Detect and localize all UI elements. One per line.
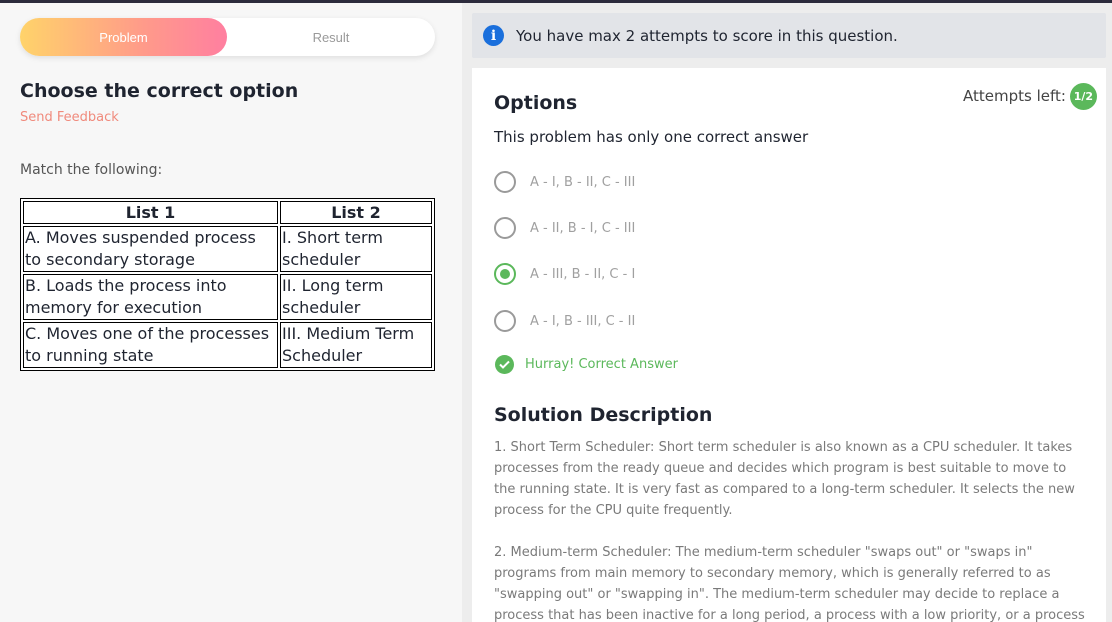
table-header-row: List 1 List 2: [23, 201, 432, 224]
correct-answer-text: Hurray! Correct Answer: [525, 356, 678, 372]
table-row: C. Moves one of the processes to running…: [23, 322, 432, 368]
solution-title: Solution Description: [494, 404, 713, 426]
solution-paragraph: 1. Short Term Scheduler: Short term sche…: [494, 440, 1075, 518]
check-icon: [495, 354, 514, 374]
send-feedback-link[interactable]: Send Feedback: [20, 110, 119, 125]
table-row: B. Loads the process into memory for exe…: [23, 274, 432, 320]
options-card: [472, 68, 1106, 622]
option-label: A - III, B - II, C - I: [530, 266, 636, 282]
radio-button[interactable]: [494, 310, 516, 332]
solution-paragraph: 2. Medium-term Scheduler: The medium-ter…: [494, 545, 1085, 622]
option-2[interactable]: A - II, B - I, C - III: [494, 216, 894, 240]
attempts-notice: i You have max 2 attempts to score in th…: [472, 13, 1106, 58]
radio-button-selected[interactable]: [494, 263, 516, 285]
option-1[interactable]: A - I, B - II, C - III: [494, 170, 894, 194]
tab-switcher: Problem Result: [20, 18, 435, 56]
option-3[interactable]: A - III, B - II, C - I: [494, 262, 894, 286]
table-header-list2: List 2: [280, 201, 432, 224]
attempts-badge: 1/2: [1069, 82, 1097, 110]
option-4[interactable]: A - I, B - III, C - II: [494, 309, 894, 333]
attempts-label: Attempts left:: [963, 87, 1066, 105]
table-cell: III. Medium Term Scheduler: [280, 322, 432, 368]
result-message: Hurray! Correct Answer: [495, 354, 678, 374]
question-title: Choose the correct option: [20, 80, 299, 102]
tab-result[interactable]: Result: [227, 18, 435, 56]
tab-problem[interactable]: Problem: [20, 18, 227, 56]
option-label: A - I, B - II, C - III: [530, 174, 636, 190]
info-icon: i: [483, 25, 504, 46]
radio-button[interactable]: [494, 171, 516, 193]
option-label: A - I, B - III, C - II: [530, 313, 636, 329]
table-cell: II. Long term scheduler: [280, 274, 432, 320]
options-title: Options: [494, 92, 578, 114]
notice-text: You have max 2 attempts to score in this…: [516, 26, 898, 45]
table-cell: A. Moves suspended process to secondary …: [23, 226, 278, 272]
match-table: List 1 List 2 A. Moves suspended process…: [20, 198, 435, 371]
table-row: A. Moves suspended process to secondary …: [23, 226, 432, 272]
option-label: A - II, B - I, C - III: [530, 220, 636, 236]
radio-dot: [500, 269, 510, 279]
radio-button[interactable]: [494, 217, 516, 239]
answer-hint: This problem has only one correct answer: [494, 128, 809, 146]
table-cell: I. Short term scheduler: [280, 226, 432, 272]
table-header-list1: List 1: [23, 201, 278, 224]
table-cell: C. Moves one of the processes to running…: [23, 322, 278, 368]
table-cell: B. Loads the process into memory for exe…: [23, 274, 278, 320]
attempts-left: Attempts left: 1/2: [963, 82, 1097, 110]
question-prompt: Match the following:: [20, 162, 163, 178]
